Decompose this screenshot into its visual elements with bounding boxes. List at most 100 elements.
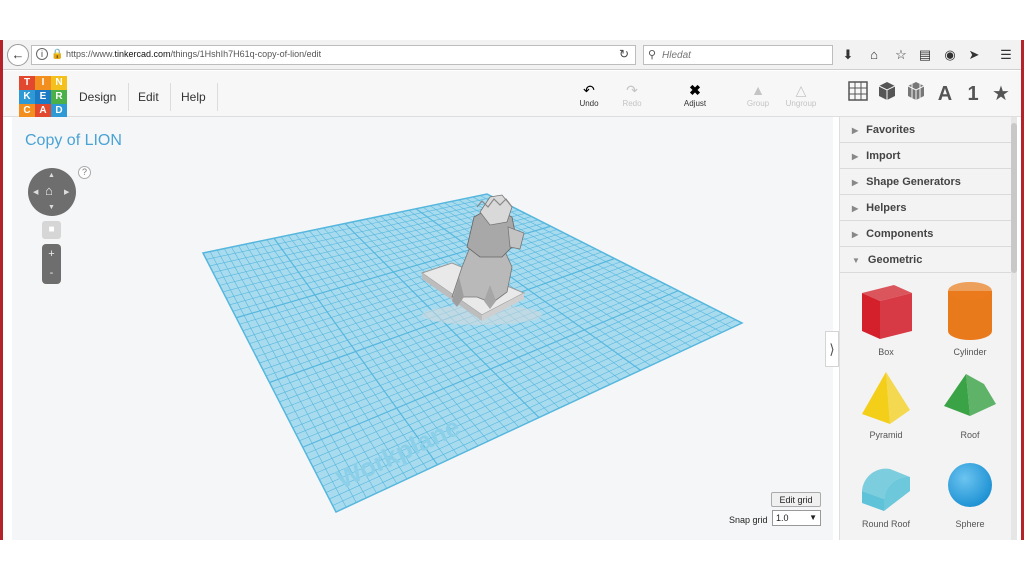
category-label: Helpers bbox=[866, 202, 907, 214]
logo-letter: A bbox=[35, 104, 51, 118]
menu-design[interactable]: Design bbox=[79, 87, 116, 107]
menu-divider bbox=[170, 83, 171, 111]
home-icon[interactable]: ⌂ bbox=[865, 46, 883, 64]
shape-label: Pyramid bbox=[869, 430, 903, 440]
workplane[interactable]: Workplane bbox=[12, 117, 833, 540]
menu-edit[interactable]: Edit bbox=[138, 87, 159, 107]
star-icon[interactable]: ☆ bbox=[892, 46, 910, 64]
undo-button[interactable]: ↶ Undo bbox=[569, 81, 609, 108]
shape-box[interactable]: Box bbox=[848, 279, 924, 365]
chevron-down-icon: ▼ bbox=[809, 513, 817, 522]
category-label: Shape Generators bbox=[866, 176, 961, 188]
category-helpers[interactable]: ▶ Helpers bbox=[840, 195, 1016, 221]
design-title[interactable]: Copy of LION bbox=[25, 132, 122, 150]
favorites-star-icon[interactable]: ★ bbox=[988, 81, 1014, 107]
logo-letter: I bbox=[35, 76, 51, 90]
address-bar[interactable]: i 🔒 https://www.tinkercad.com/things/1Hs… bbox=[31, 45, 636, 65]
wire-cube-icon[interactable] bbox=[903, 81, 929, 107]
category-shape-generators[interactable]: ▶ Shape Generators bbox=[840, 169, 1016, 195]
info-icon[interactable]: i bbox=[36, 48, 48, 60]
browser-search-box[interactable]: ⚲ bbox=[643, 45, 833, 65]
nav-up-arrow-icon[interactable]: ▲ bbox=[48, 172, 55, 179]
menu-divider bbox=[128, 83, 129, 111]
send-icon[interactable]: ➤ bbox=[965, 46, 983, 64]
triangle-right-icon: ▶ bbox=[852, 126, 859, 135]
url-text[interactable]: https://www.tinkercad.com/things/1HshIh7… bbox=[66, 49, 321, 59]
logo-letter: D bbox=[51, 104, 67, 118]
nav-home-icon[interactable]: ⌂ bbox=[45, 183, 53, 198]
collapse-panel-chevron-icon[interactable]: ⟩ bbox=[825, 331, 839, 367]
sidebar-scrollbar[interactable] bbox=[1011, 117, 1017, 540]
zoom-control: + - bbox=[42, 244, 61, 284]
triangle-right-icon: ▶ bbox=[852, 204, 859, 213]
category-import[interactable]: ▶ Import bbox=[840, 143, 1016, 169]
edit-grid-button[interactable]: Edit grid bbox=[771, 492, 821, 507]
category-geometric[interactable]: ▼ Geometric bbox=[840, 247, 1016, 273]
shape-cylinder[interactable]: Cylinder bbox=[932, 279, 1008, 365]
menu-help[interactable]: Help bbox=[181, 87, 206, 107]
nav-down-arrow-icon[interactable]: ▼ bbox=[48, 204, 55, 211]
nav-right-arrow-icon[interactable]: ▶ bbox=[64, 188, 69, 196]
adjust-button[interactable]: ✖ Adjust bbox=[675, 81, 715, 108]
tinkercad-logo[interactable]: TIN KER CAD bbox=[19, 76, 67, 120]
undo-icon: ↶ bbox=[583, 82, 595, 98]
fit-view-icon[interactable]: ■ bbox=[42, 221, 61, 239]
ungroup-icon: △ bbox=[795, 82, 807, 98]
category-label: Favorites bbox=[866, 124, 916, 136]
shape-pyramid[interactable]: Pyramid bbox=[848, 368, 924, 454]
adjust-icon: ✖ bbox=[689, 82, 701, 98]
ungroup-button[interactable]: △ Ungroup bbox=[781, 81, 821, 108]
hamburger-menu-icon[interactable]: ☰ bbox=[997, 46, 1015, 64]
solid-cube-icon[interactable] bbox=[874, 81, 900, 107]
category-favorites[interactable]: ▶ Favorites bbox=[840, 117, 1016, 143]
search-icon: ⚲ bbox=[648, 49, 657, 61]
view-cube-navigation[interactable]: ▲ ▼ ◀ ▶ ⌂ bbox=[28, 168, 76, 216]
logo-letter: E bbox=[35, 90, 51, 104]
category-label: Geometric bbox=[867, 254, 923, 266]
triangle-down-icon: ▼ bbox=[852, 256, 860, 265]
redo-button[interactable]: ↷ Redo bbox=[612, 81, 652, 108]
nav-left-arrow-icon[interactable]: ◀ bbox=[33, 188, 38, 196]
shape-label: Round Roof bbox=[861, 519, 911, 529]
download-icon[interactable]: ⬇ bbox=[839, 46, 857, 64]
shape-label: Sphere bbox=[955, 519, 985, 529]
snap-grid-label: Snap grid bbox=[729, 515, 768, 525]
snap-grid-value: 1.0 bbox=[776, 513, 789, 523]
grid-view-icon[interactable] bbox=[845, 81, 871, 107]
triangle-right-icon: ▶ bbox=[852, 152, 859, 161]
shape-label: Box bbox=[878, 347, 894, 357]
box-icon bbox=[848, 279, 924, 345]
shape-round-roof[interactable]: Round Roof bbox=[848, 457, 924, 540]
help-icon[interactable]: ? bbox=[78, 166, 91, 179]
snap-grid-select[interactable]: 1.0 ▼ bbox=[772, 510, 821, 526]
pyramid-icon bbox=[848, 368, 924, 428]
sphere-icon bbox=[932, 457, 1008, 517]
shape-label: Cylinder bbox=[953, 347, 987, 357]
undo-label: Undo bbox=[579, 99, 599, 108]
lock-icon: 🔒 bbox=[51, 49, 64, 60]
triangle-right-icon: ▶ bbox=[852, 230, 859, 239]
number-shape-button[interactable]: 1 bbox=[960, 81, 986, 107]
reading-list-icon[interactable]: ▤ bbox=[916, 46, 934, 64]
shape-sphere[interactable]: Sphere bbox=[932, 457, 1008, 540]
ungroup-label: Ungroup bbox=[785, 99, 817, 108]
back-button[interactable]: ← bbox=[7, 44, 29, 66]
group-button[interactable]: ▲ Group bbox=[738, 81, 778, 108]
category-components[interactable]: ▶ Components bbox=[840, 221, 1016, 247]
workspace-canvas[interactable]: Workplane Copy of LION ▲ ▼ ◀ ▶ ⌂ ? ■ + -… bbox=[12, 117, 833, 540]
text-shape-button[interactable]: A bbox=[932, 81, 958, 107]
group-icon: ▲ bbox=[751, 82, 765, 98]
scrollbar-thumb[interactable] bbox=[1011, 123, 1017, 273]
redo-label: Redo bbox=[622, 99, 642, 108]
cylinder-icon bbox=[932, 279, 1008, 345]
shape-roof[interactable]: Roof bbox=[932, 368, 1008, 454]
browser-toolbar: ← i 🔒 https://www.tinkercad.com/things/1… bbox=[3, 40, 1021, 70]
app-header: TINKERCAD Design Edit Help ↶ Undo ↷ Redo… bbox=[3, 71, 1021, 120]
category-label: Components bbox=[866, 228, 934, 240]
zoom-out-icon[interactable]: - bbox=[42, 264, 61, 282]
category-label: Import bbox=[866, 150, 901, 162]
reload-button[interactable]: ↻ bbox=[615, 47, 633, 63]
zoom-in-icon[interactable]: + bbox=[42, 245, 61, 263]
pocket-icon[interactable]: ◉ bbox=[941, 46, 959, 64]
search-input[interactable] bbox=[662, 48, 822, 62]
